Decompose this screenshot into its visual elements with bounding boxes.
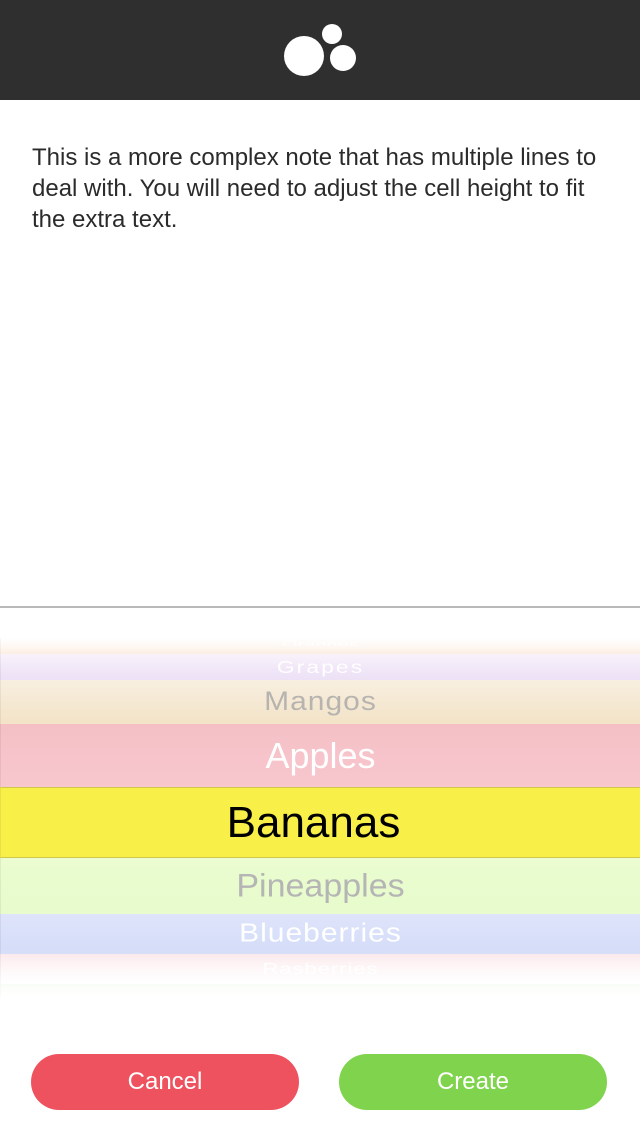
- picker-item-label: Mangos: [264, 686, 377, 717]
- picker-item-label: Rasberries: [262, 959, 379, 978]
- picker-item-mangos[interactable]: Mangos: [0, 680, 640, 724]
- create-button[interactable]: Create: [339, 1054, 607, 1110]
- note-editor-screen: This is a more complex note that has mul…: [0, 0, 640, 1136]
- picker-item-label: Bananas: [226, 797, 401, 847]
- picker-item-pineapples[interactable]: Pineapples: [0, 858, 640, 914]
- logo-dot-large: [284, 36, 324, 76]
- picker-item-label: Apples: [265, 734, 376, 776]
- logo-dot-small: [322, 24, 342, 44]
- cancel-button[interactable]: Cancel: [31, 1054, 299, 1110]
- picker-item-oranges[interactable]: Oranges: [0, 638, 640, 654]
- category-picker[interactable]: Oranges Grapes Mangos Apples Bananas Pin…: [0, 608, 640, 1008]
- picker-item-label: Oranges: [282, 640, 359, 646]
- picker-item-blueberries[interactable]: Blueberries: [0, 914, 640, 954]
- note-text[interactable]: This is a more complex note that has mul…: [32, 142, 612, 235]
- picker-item-rasberries[interactable]: Rasberries: [0, 954, 640, 984]
- picker-item-label: Grapes: [276, 656, 365, 677]
- picker-item-label: Blueberries: [239, 919, 402, 948]
- three-dots-logo-icon: [284, 24, 356, 76]
- picker-item-bananas-selected[interactable]: Bananas: [0, 787, 640, 858]
- header-bar: [0, 0, 640, 100]
- picker-item-apples[interactable]: Apples: [0, 724, 640, 787]
- logo-dot-medium: [330, 45, 356, 71]
- picker-item-partial: [0, 984, 640, 998]
- picker-item-label: Pineapples: [236, 867, 405, 904]
- picker-item-grapes[interactable]: Grapes: [0, 654, 640, 680]
